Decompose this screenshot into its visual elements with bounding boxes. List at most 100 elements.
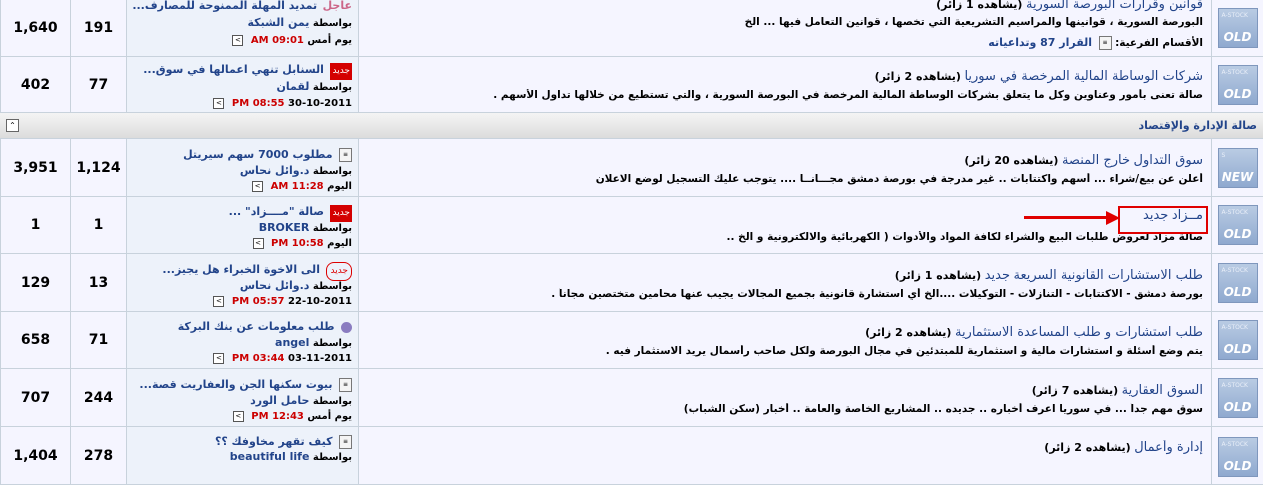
last-post: ≡ بيوت سكنها الجن والعفاريت قصة... بواسط… — [126, 369, 358, 426]
forum-title[interactable]: طلب الاستشارات القانونية السريعة — [1014, 268, 1204, 283]
threads-count: 77 — [70, 57, 126, 112]
forum-title[interactable]: السوق العقارية — [1122, 383, 1203, 398]
forum-title-new[interactable]: جديد — [985, 268, 1010, 283]
threads-count: 13 — [70, 254, 126, 311]
forum-info: طلب استشارات و طلب المساعدة الاستثمارية … — [358, 312, 1211, 368]
last-post-link[interactable]: طلب معلومات عن بنك البركة — [178, 320, 335, 333]
goto-last-post-icon[interactable]: > — [213, 97, 225, 109]
last-post-user[interactable]: حامل الورد — [250, 394, 309, 407]
last-post-link[interactable]: السنابل تنهي اعمالها في سوق... — [143, 63, 324, 76]
forum-description: سوق مهم جداً ... في سوريا اعرف أخباره ..… — [683, 403, 1203, 415]
last-post-link[interactable]: تمديد المهلة الممنوحة للمصارف... — [132, 0, 317, 12]
forum-title[interactable]: شركات الوساطة المالية المرخصة في سوريا — [964, 69, 1203, 84]
goto-last-post-icon[interactable]: > — [213, 352, 225, 364]
forum-status-icon: A-STOCK OLD — [1211, 0, 1263, 56]
last-post-date: 22-10-2011 — [288, 296, 352, 307]
sad-face-icon — [341, 321, 352, 333]
forum-status-icon: A-STOCK OLD — [1211, 57, 1263, 112]
last-post-user[interactable]: د.وائل نحاس — [240, 279, 310, 292]
posts-count: 1 — [0, 197, 70, 253]
posts-count: 129 — [0, 254, 70, 311]
forum-row-business-admin: 1,404 278 ≡ كيف تقهر مخاوفك ؟؟ بواسطة be… — [0, 427, 1263, 485]
last-post-link[interactable]: كيف تقهر مخاوفك ؟؟ — [215, 435, 333, 448]
forum-info: إدارة وأعمال (يشاهده 2 زائر) — [358, 427, 1211, 484]
forum-title[interactable]: قوانين وقرارات البورصة السورية — [1026, 0, 1203, 12]
last-post-date: 03-11-2011 — [288, 353, 352, 364]
forum-title[interactable]: إدارة وأعمال — [1134, 440, 1203, 455]
forum-row-brokerage-firms: 402 77 جديد السنابل تنهي اعمالها في سوق.… — [0, 57, 1263, 113]
last-post-user[interactable]: لقمان — [276, 80, 309, 93]
by-label: بواسطة — [312, 166, 352, 177]
last-post-time: 10:58 PM — [271, 238, 324, 249]
forum-viewers: (يشاهده 1 زائر) — [894, 269, 982, 282]
forum-description: صالة تعنى بأمور وعناوين وكل ما يتعلق بشر… — [493, 89, 1203, 101]
threads-count: 278 — [70, 427, 126, 484]
forum-viewers: (يشاهده 20 زائر) — [964, 154, 1059, 167]
last-post-user[interactable]: angel — [275, 336, 309, 349]
forum-status-icon: S NEW — [1211, 139, 1263, 196]
last-post-link[interactable]: مطلوب 7000 سهم سيريتل — [183, 148, 332, 161]
posts-count: 402 — [0, 57, 70, 112]
goto-last-post-icon[interactable]: > — [213, 295, 225, 307]
last-post-link[interactable]: بيوت سكنها الجن والعفاريت قصة... — [139, 378, 332, 391]
last-post-user[interactable]: beautiful life — [230, 450, 310, 463]
forum-info: طلب الاستشارات القانونية السريعة جديد (ي… — [358, 254, 1211, 311]
forum-description: البورصة السورية ، قوانينها والمراسيم الت… — [744, 16, 1203, 28]
subforum-document-icon: ≡ — [1098, 36, 1112, 50]
last-post-user[interactable]: د.وائل نحاس — [240, 164, 310, 177]
thread-document-icon: ≡ — [339, 435, 352, 449]
forum-row-auction: 1 1 جديد صالة "مــــزاد" ... بواسطة BROK… — [0, 197, 1263, 254]
last-post-date: 30-10-2011 — [288, 98, 352, 109]
category-header: صالة الإدارة والإقتصاد ⌃ — [0, 113, 1263, 139]
last-post-date: يوم أمس — [307, 35, 352, 46]
last-post: جديد السنابل تنهي اعمالها في سوق... بواس… — [126, 57, 358, 112]
last-post: عاجل تمديد المهلة الممنوحة للمصارف... بو… — [126, 0, 358, 56]
goto-last-post-icon[interactable]: > — [232, 34, 244, 46]
goto-last-post-icon[interactable]: > — [232, 410, 244, 422]
forum-status-icon: A-STOCK OLD — [1211, 254, 1263, 311]
last-post: ≡ مطلوب 7000 سهم سيريتل بواسطة د.وائل نح… — [126, 139, 358, 196]
subforums-label: الأقسام الفرعية: — [1115, 37, 1203, 49]
last-post-link[interactable]: صالة "مــــزاد" ... — [229, 205, 324, 218]
last-post-time: 05:57 PM — [231, 296, 285, 307]
last-post-date: يوم أمس — [307, 411, 352, 422]
forum-title[interactable]: سوق التداول — [1134, 153, 1203, 168]
last-post-time: 08:55 PM — [231, 98, 285, 109]
forum-viewers: (يشاهده 1 زائر) — [936, 0, 1023, 11]
goto-last-post-icon[interactable]: > — [252, 237, 264, 249]
thread-document-icon: ≡ — [339, 148, 352, 162]
annotation-arrow — [1024, 216, 1110, 219]
category-title[interactable]: صالة الإدارة والإقتصاد — [1138, 119, 1257, 132]
threads-count: 1,124 — [70, 139, 126, 196]
forum-row-legal-consulting: 129 13 جديد الى الاخوة الخبراء هل يجيز..… — [0, 254, 1263, 312]
last-post: طلب معلومات عن بنك البركة بواسطة angel 0… — [126, 312, 358, 368]
last-post: ≡ كيف تقهر مخاوفك ؟؟ بواسطة beautiful li… — [126, 427, 358, 484]
forum-row-syrian-exchange-laws: 1,640 191 عاجل تمديد المهلة الممنوحة للم… — [0, 0, 1263, 57]
forum-description: يتم وضع أسئلة و استشارات مالية و استثمار… — [605, 345, 1203, 357]
last-post-link[interactable]: الى الاخوة الخبراء هل يجيز... — [162, 263, 320, 276]
annotation-arrow-head — [1106, 211, 1120, 225]
collapse-category-icon[interactable]: ⌃ — [6, 119, 19, 132]
last-post-date: اليوم — [327, 238, 352, 249]
threads-count: 1 — [70, 197, 126, 253]
thread-document-icon: ≡ — [339, 378, 352, 392]
by-label: بواسطة — [312, 223, 352, 234]
annotation-highlight-box — [1118, 206, 1208, 234]
goto-last-post-icon[interactable]: > — [252, 180, 264, 192]
by-label: بواسطة — [312, 82, 352, 93]
forum-description: صالة مزاد لعروض طلبات البيع والشراء لكاف… — [726, 231, 1203, 243]
forum-info: سوق التداول خارج المنصة (يشاهده 20 زائر)… — [358, 139, 1211, 196]
forum-description: أعلن عن بيع/شراء ... أسهم واكتتابات .. غ… — [595, 173, 1203, 185]
forum-title-highlight[interactable]: خارج المنصة — [1062, 153, 1130, 168]
threads-count: 71 — [70, 312, 126, 368]
forum-info: مــزاد جديد صالة مزاد لعروض طلبات البيع … — [358, 197, 1211, 253]
forum-title[interactable]: طلب استشارات و طلب المساعدة الاستثمارية — [955, 325, 1203, 340]
forum-row-real-estate: 707 244 ≡ بيوت سكنها الجن والعفاريت قصة.… — [0, 369, 1263, 427]
last-post-user[interactable]: يمن الشبكة — [248, 16, 310, 29]
posts-count: 3,951 — [0, 139, 70, 196]
posts-count: 707 — [0, 369, 70, 426]
by-label: بواسطة — [312, 18, 352, 29]
subforum-link[interactable]: القرار 87 وتداعياته — [988, 36, 1092, 49]
last-post-user[interactable]: BROKER — [259, 221, 310, 234]
forum-viewers: (يشاهده 2 زائر) — [1044, 441, 1131, 454]
